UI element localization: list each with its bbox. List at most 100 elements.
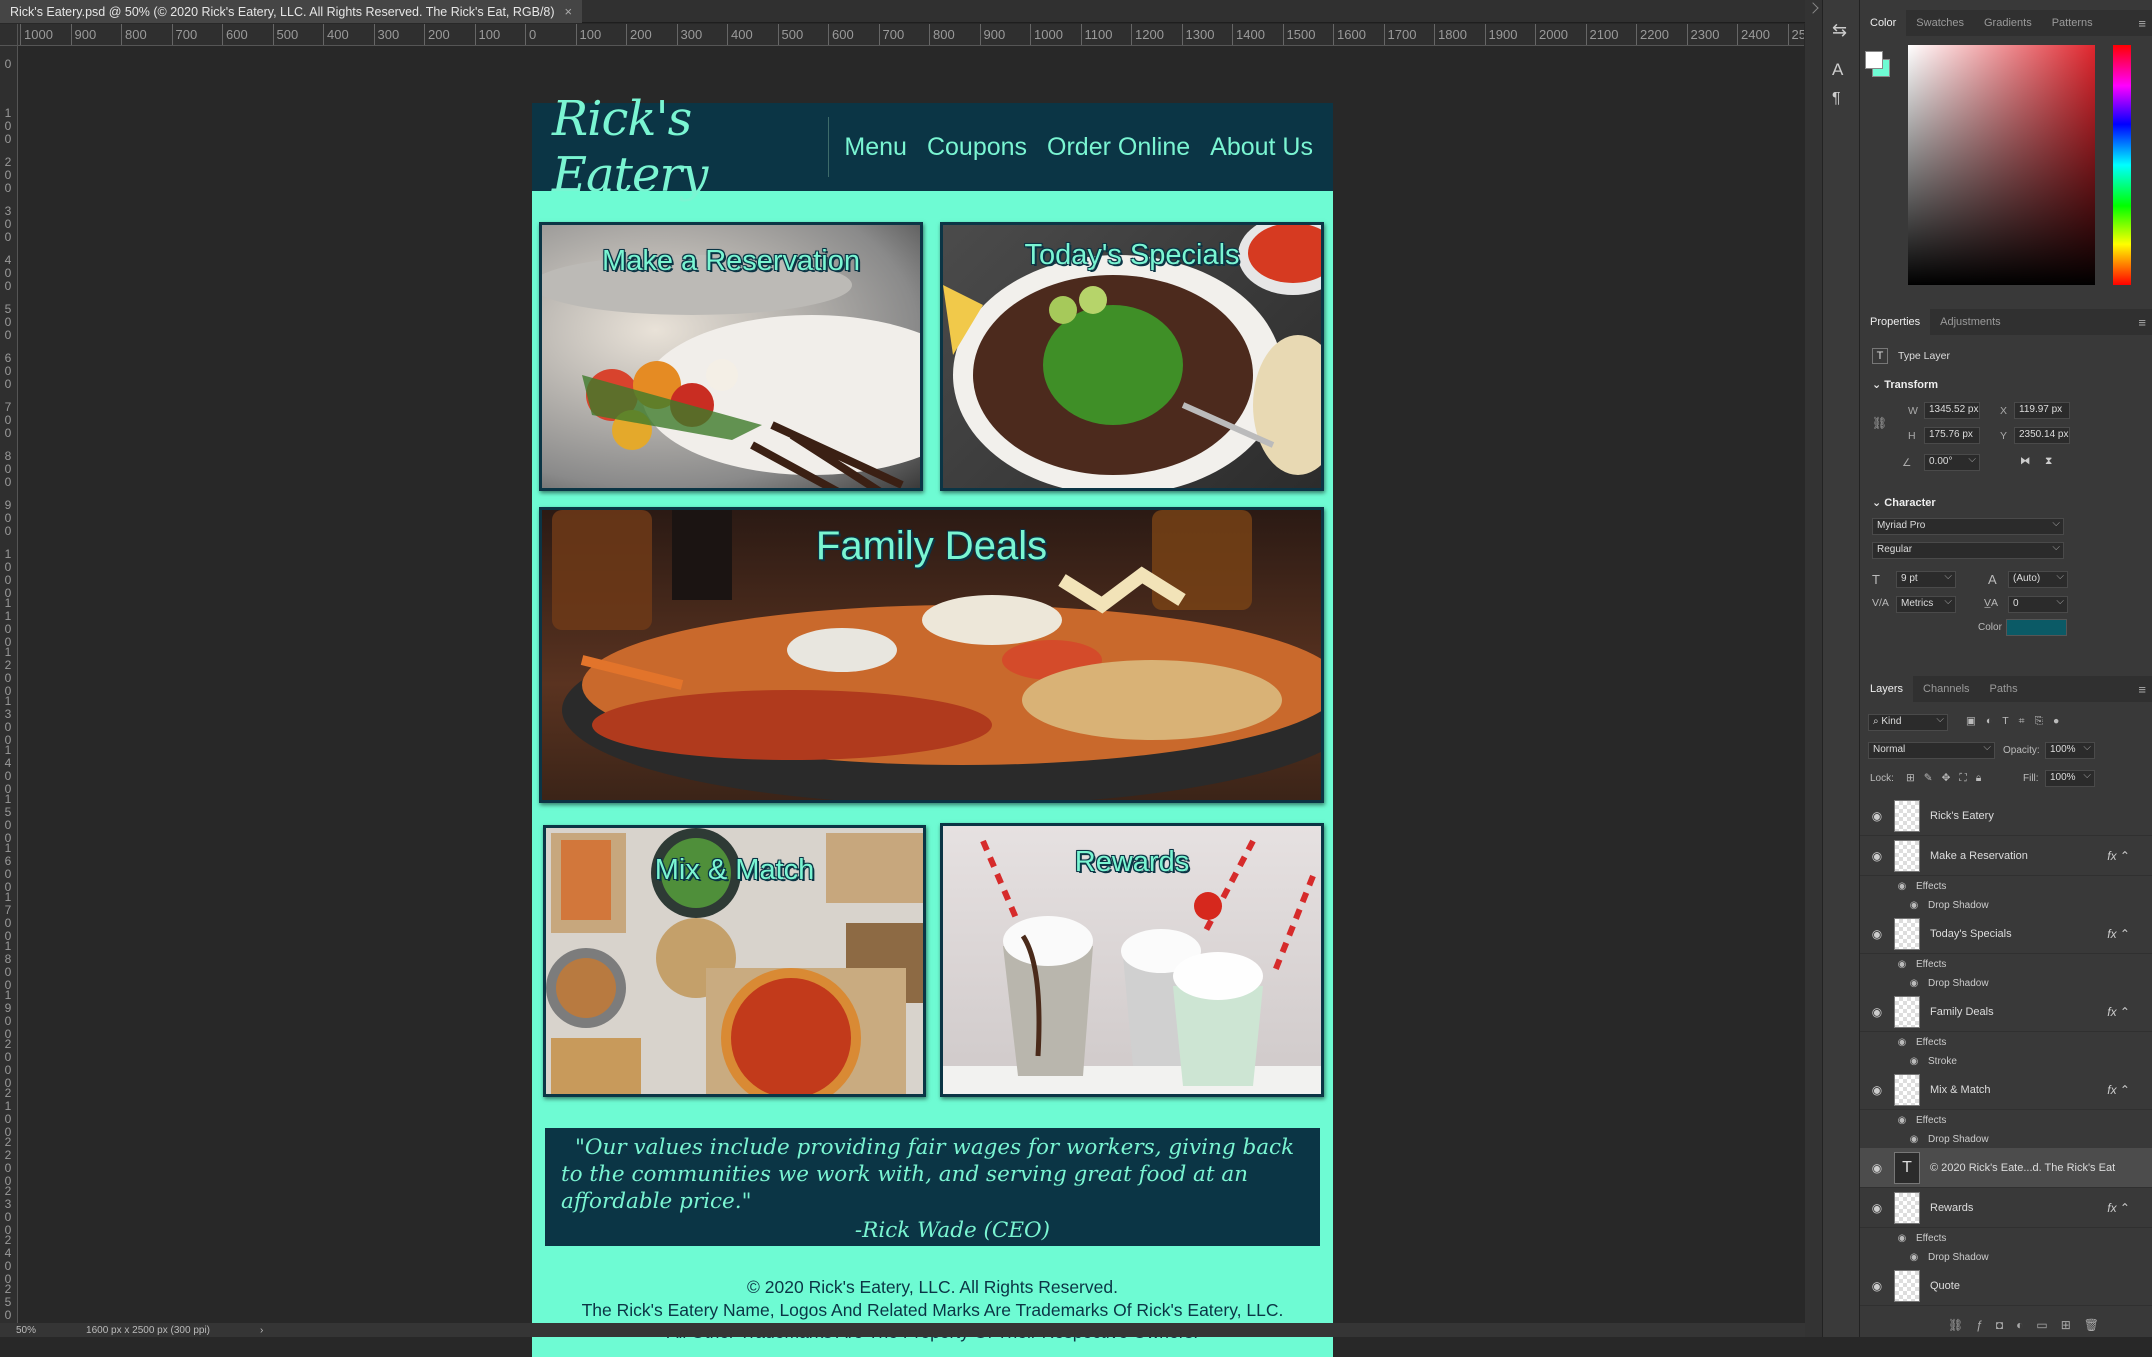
tab-paths[interactable]: Paths (1980, 676, 2028, 702)
opacity-field[interactable]: 100% (2045, 742, 2095, 759)
link-dimensions-icon[interactable]: ⛓ (1872, 416, 1887, 430)
tab-layers[interactable]: Layers (1860, 676, 1914, 702)
fill-field[interactable]: 100% (2045, 770, 2095, 787)
visibility-eye-icon[interactable]: ◉ (1896, 1115, 1908, 1126)
visibility-eye-icon[interactable]: ◉ (1896, 1037, 1908, 1048)
transform-section-title[interactable]: ⌄ Transform (1872, 378, 1938, 391)
visibility-eye-icon[interactable]: ◉ (1908, 978, 1920, 989)
layer-name[interactable]: Today's Specials (1930, 928, 2012, 940)
layer-row[interactable]: ◉ Make a Reservation fx ⌃ (1860, 836, 2152, 876)
tile-reservation[interactable]: Make a Reservation (539, 222, 923, 491)
tile-mix-match[interactable]: Mix & Match (543, 825, 926, 1097)
layer-effects-icon[interactable]: fx ⌃ (2107, 1201, 2130, 1215)
layer-effects-group[interactable]: ◉ Effects (1860, 876, 2152, 896)
color-panel-menu-icon[interactable]: ≡ (2138, 16, 2146, 31)
layer-effect-item[interactable]: ◉ Stroke (1860, 1051, 2152, 1071)
tile-specials[interactable]: Today's Specials (940, 222, 1324, 491)
visibility-eye-icon[interactable]: ◉ (1866, 1083, 1888, 1097)
flip-vertical-icon[interactable]: ⧗ (2045, 455, 2052, 468)
tile-family-deals[interactable]: Family Deals (539, 507, 1324, 803)
visibility-eye-icon[interactable]: ◉ (1908, 1252, 1920, 1263)
layer-row[interactable]: ◉ Rewards fx ⌃ (1860, 1188, 2152, 1228)
layer-name[interactable]: Rewards (1930, 1202, 1973, 1214)
tab-color[interactable]: Color (1860, 10, 1907, 36)
visibility-eye-icon[interactable]: ◉ (1866, 1201, 1888, 1215)
visibility-eye-icon[interactable]: ◉ (1908, 1134, 1920, 1145)
visibility-eye-icon[interactable]: ◉ (1866, 849, 1888, 863)
document-artboard[interactable]: Rick's Eatery Menu Coupons Order Online … (532, 91, 1333, 1357)
nav-coupons[interactable]: Coupons (927, 133, 1027, 162)
tab-patterns[interactable]: Patterns (2042, 10, 2103, 36)
layer-row[interactable]: ◉ Rick's Eatery (1860, 796, 2152, 836)
layer-filter-kind[interactable]: ⌕ Kind (1868, 714, 1948, 731)
layer-name[interactable]: Rick's Eatery (1930, 810, 1994, 822)
status-arrow-icon[interactable]: › (260, 1325, 263, 1336)
height-field[interactable]: 175.76 px (1924, 427, 1980, 444)
tab-properties[interactable]: Properties (1860, 309, 1931, 335)
layer-effects-icon[interactable]: fx ⌃ (2107, 1005, 2130, 1019)
layers-panel-menu-icon[interactable]: ≡ (2138, 682, 2146, 697)
character-section-title[interactable]: ⌄ Character (1872, 496, 1936, 509)
nav-about-us[interactable]: About Us (1210, 133, 1313, 162)
layer-effects-group[interactable]: ◉ Effects (1860, 1032, 2152, 1052)
canvas-area[interactable]: Rick's Eatery Menu Coupons Order Online … (19, 47, 1805, 1357)
expand-panels-icon[interactable] (1807, 2, 1819, 14)
close-tab-icon[interactable]: × (565, 4, 573, 19)
tab-swatches[interactable]: Swatches (1906, 10, 1974, 36)
layer-effects-icon[interactable]: fx ⌃ (2107, 927, 2130, 941)
site-logo[interactable]: Rick's Eatery (532, 91, 828, 203)
layer-effect-item[interactable]: ◉ Drop Shadow (1860, 1129, 2152, 1149)
nav-menu[interactable]: Menu (844, 133, 907, 162)
layer-row[interactable]: ◉ Quote (1860, 1266, 2152, 1306)
visibility-eye-icon[interactable]: ◉ (1896, 881, 1908, 892)
layer-name[interactable]: Mix & Match (1930, 1084, 1991, 1096)
flip-horizontal-icon[interactable]: ⧓ (2020, 455, 2031, 467)
layer-name[interactable]: Family Deals (1930, 1006, 1994, 1018)
foreground-color-swatch[interactable] (1865, 51, 1883, 69)
nav-order-online[interactable]: Order Online (1047, 133, 1190, 162)
layer-effects-group[interactable]: ◉ Effects (1860, 1228, 2152, 1248)
layer-footer-icons[interactable]: ⛓ƒ◘◐▭⊞🗑︎ (1948, 1318, 2112, 1332)
tab-gradients[interactable]: Gradients (1974, 10, 2042, 36)
document-tab[interactable]: Rick's Eatery.psd @ 50% (© 2020 Rick's E… (0, 0, 583, 23)
layer-effects-group[interactable]: ◉ Effects (1860, 1110, 2152, 1130)
kerning-field[interactable]: Metrics (1896, 596, 1956, 613)
hue-slider[interactable] (2113, 45, 2131, 285)
visibility-eye-icon[interactable]: ◉ (1866, 1161, 1888, 1175)
y-field[interactable]: 2350.14 px (2014, 427, 2070, 444)
tab-channels[interactable]: Channels (1913, 676, 1979, 702)
color-picker-field[interactable] (1908, 45, 2095, 285)
properties-panel-menu-icon[interactable]: ≡ (2138, 315, 2146, 330)
layer-name[interactable]: Quote (1930, 1280, 1960, 1292)
tile-rewards[interactable]: Rewards (940, 823, 1324, 1097)
blend-mode-dropdown[interactable]: Normal (1868, 742, 1995, 759)
text-color-swatch[interactable] (2006, 619, 2067, 636)
paragraph-panel-icon[interactable]: ¶ (1832, 90, 1841, 108)
layer-effect-item[interactable]: ◉ Drop Shadow (1860, 1247, 2152, 1267)
leading-field[interactable]: (Auto) (2008, 571, 2068, 588)
visibility-eye-icon[interactable]: ◉ (1866, 1279, 1888, 1293)
layer-filter-icons[interactable]: ▣◐T⌗⎘● (1966, 715, 2069, 728)
layer-row[interactable]: ◉ T © 2020 Rick's Eate...d. The Rick's Eat (1860, 1148, 2152, 1188)
layer-name[interactable]: Make a Reservation (1930, 850, 2028, 862)
x-field[interactable]: 119.97 px (2014, 402, 2070, 419)
layer-row[interactable]: ◉ Today's Specials fx ⌃ (1860, 914, 2152, 954)
visibility-eye-icon[interactable]: ◉ (1908, 900, 1920, 911)
visibility-eye-icon[interactable]: ◉ (1866, 1005, 1888, 1019)
tab-adjustments[interactable]: Adjustments (1930, 309, 2011, 335)
visibility-eye-icon[interactable]: ◉ (1866, 809, 1888, 823)
layer-row[interactable]: ◉ Mix & Match fx ⌃ (1860, 1070, 2152, 1110)
font-size-field[interactable]: 9 pt (1896, 571, 1956, 588)
layer-effects-icon[interactable]: fx ⌃ (2107, 849, 2130, 863)
tracking-field[interactable]: 0 (2008, 596, 2068, 613)
history-icon[interactable]: ⇆ (1832, 20, 1847, 41)
quote-box[interactable]: "Our values include providing fair wages… (545, 1128, 1320, 1246)
layer-row[interactable]: ◉ Family Deals fx ⌃ (1860, 992, 2152, 1032)
layer-effects-icon[interactable]: fx ⌃ (2107, 1083, 2130, 1097)
visibility-eye-icon[interactable]: ◉ (1908, 1056, 1920, 1067)
font-family-dropdown[interactable]: Myriad Pro (1872, 518, 2064, 535)
width-field[interactable]: 1345.52 px (1924, 402, 1980, 419)
layer-effects-group[interactable]: ◉ Effects (1860, 954, 2152, 974)
visibility-eye-icon[interactable]: ◉ (1896, 1233, 1908, 1244)
layer-effect-item[interactable]: ◉ Drop Shadow (1860, 973, 2152, 993)
